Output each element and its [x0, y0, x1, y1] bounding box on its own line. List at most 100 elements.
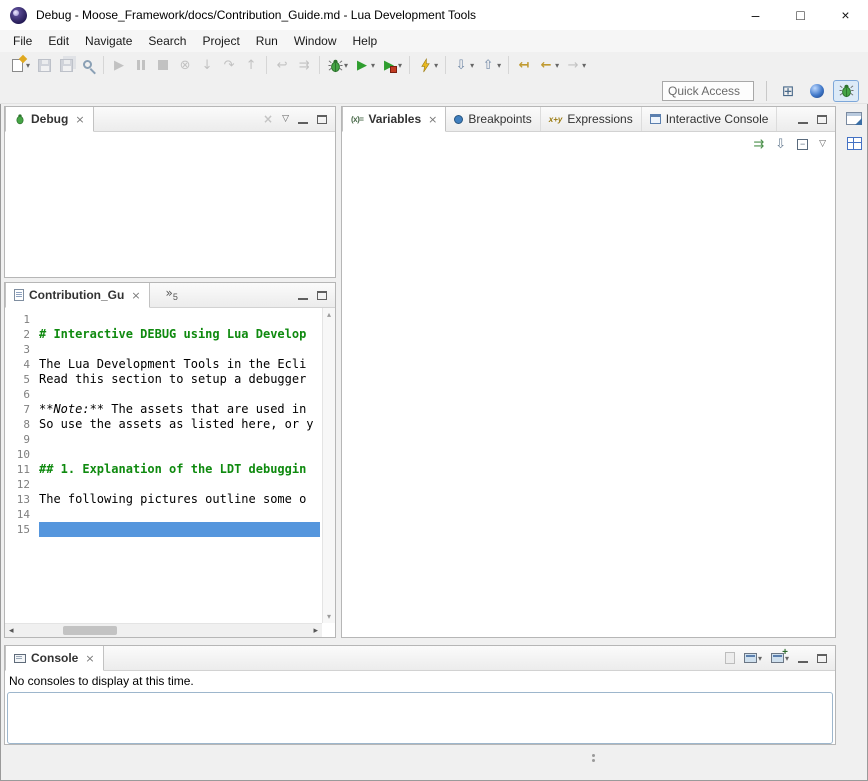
maximize-view-icon[interactable]: [817, 654, 827, 663]
display-selected-console-button[interactable]: ▾: [744, 653, 762, 663]
restore-minimized-stack-button[interactable]: [846, 112, 862, 125]
editor-vertical-scrollbar[interactable]: ▴ ▾: [322, 308, 335, 623]
tab-expressions[interactable]: x+y Expressions: [541, 107, 642, 131]
close-icon[interactable]: ×: [75, 113, 84, 126]
line-text: The assets that are used in: [104, 402, 306, 417]
window-close-button[interactable]: ×: [823, 0, 868, 30]
menu-navigate[interactable]: Navigate: [77, 31, 140, 51]
use-step-filters-button[interactable]: ⇉: [293, 54, 315, 76]
tab-console[interactable]: Console ×: [5, 646, 104, 671]
drop-to-frame-button[interactable]: ↩: [271, 54, 293, 76]
debug-button[interactable]: ▾: [324, 54, 351, 76]
remove-all-terminated-button[interactable]: ×: [263, 112, 273, 126]
resume-icon: ▶: [111, 57, 127, 73]
console-text-area[interactable]: [7, 692, 833, 744]
minimize-view-icon[interactable]: [298, 291, 308, 300]
resume-button[interactable]: ▶: [108, 54, 130, 76]
editor-line: 9: [5, 432, 322, 447]
scroll-right-icon[interactable]: ▸: [313, 626, 318, 636]
dropdown-arrow-icon: ▾: [582, 61, 586, 70]
menu-project[interactable]: Project: [194, 31, 247, 51]
editor-text-area[interactable]: 1 2# Interactive DEBUG using Lua Develop…: [5, 308, 335, 637]
previous-annotation-icon: ⇧: [480, 57, 496, 73]
disconnect-button[interactable]: ⊗: [174, 54, 196, 76]
line-number: 8: [5, 417, 39, 432]
minimized-view-icon-button[interactable]: [847, 137, 862, 150]
tab-variables[interactable]: (x)= Variables ×: [342, 107, 446, 132]
close-icon[interactable]: ×: [85, 652, 94, 665]
menu-help[interactable]: Help: [345, 31, 386, 51]
console-view-actions: ▾ ▾: [725, 646, 835, 670]
step-return-button[interactable]: ↑: [240, 54, 262, 76]
editor-tabbar: Contribution_Gu × » 5: [5, 283, 335, 308]
window-maximize-button[interactable]: □: [778, 0, 823, 30]
terminate-button[interactable]: [152, 54, 174, 76]
maximize-view-icon[interactable]: [317, 291, 327, 300]
toolbar-separator: [508, 56, 509, 74]
line-text: The Lua Development Tools in the Ecli: [39, 357, 306, 372]
editor-tab-overflow-button[interactable]: » 5: [166, 283, 178, 307]
scroll-left-icon[interactable]: ◂: [9, 626, 14, 636]
menu-run[interactable]: Run: [248, 31, 286, 51]
show-logical-structure-button[interactable]: ⇉: [753, 137, 764, 152]
view-menu-icon[interactable]: ▽: [282, 114, 289, 124]
editor-line: 6: [5, 387, 322, 402]
debug-view-content[interactable]: [5, 132, 335, 277]
window-minimize-button[interactable]: –: [733, 0, 778, 30]
debug-perspective-button[interactable]: [833, 80, 859, 102]
editor-line: 3: [5, 342, 322, 357]
quick-access-input[interactable]: Quick Access: [662, 81, 754, 101]
close-icon[interactable]: ×: [428, 113, 437, 126]
back-button[interactable]: ← ▾: [535, 54, 562, 76]
suspend-button[interactable]: [130, 54, 152, 76]
open-console-button[interactable]: ▾: [771, 653, 789, 663]
pin-console-icon[interactable]: [725, 652, 735, 664]
save-all-button[interactable]: [55, 54, 77, 76]
maximize-view-icon[interactable]: [317, 115, 327, 124]
menu-window[interactable]: Window: [286, 31, 345, 51]
search-button[interactable]: [77, 54, 99, 76]
scroll-up-icon[interactable]: ▴: [327, 310, 331, 319]
forward-button[interactable]: → ▾: [562, 54, 589, 76]
minimize-view-icon[interactable]: [298, 115, 308, 124]
new-wizard-button[interactable]: ▾: [6, 54, 33, 76]
step-over-icon: ↷: [221, 57, 237, 73]
open-perspective-button[interactable]: ⊞: [775, 80, 801, 102]
sash-drag-handle[interactable]: [592, 754, 595, 757]
minimize-view-icon[interactable]: [798, 654, 808, 663]
scroll-down-icon[interactable]: ▾: [327, 612, 331, 621]
attach-debug-button[interactable]: ▾: [414, 54, 441, 76]
save-button[interactable]: [33, 54, 55, 76]
step-into-button[interactable]: ↓: [196, 54, 218, 76]
last-edit-location-button[interactable]: ↤: [513, 54, 535, 76]
variables-view-content[interactable]: [342, 156, 835, 637]
next-annotation-button[interactable]: ⇩ ▾: [450, 54, 477, 76]
menu-search[interactable]: Search: [140, 31, 194, 51]
step-over-button[interactable]: ↷: [218, 54, 240, 76]
toolbar-separator: [409, 56, 410, 74]
editor-horizontal-scrollbar[interactable]: ◂ ▸: [5, 623, 322, 637]
toolbar-separator: [319, 56, 320, 74]
tab-contribution-guide[interactable]: Contribution_Gu ×: [5, 283, 150, 308]
maximize-view-icon[interactable]: [817, 115, 827, 124]
collapse-all-button[interactable]: [797, 139, 808, 150]
view-menu-icon[interactable]: ▽: [819, 139, 826, 149]
scrollbar-thumb[interactable]: [63, 626, 117, 635]
add-watch-expression-button[interactable]: ⇩: [775, 137, 786, 152]
close-icon[interactable]: ×: [131, 289, 140, 302]
chevron-overflow-icon: »: [166, 286, 173, 300]
editor-lines: 1 2# Interactive DEBUG using Lua Develop…: [5, 308, 322, 623]
menu-edit[interactable]: Edit: [40, 31, 77, 51]
minimize-view-icon[interactable]: [798, 115, 808, 124]
tab-interactive-console[interactable]: Interactive Console: [642, 107, 778, 131]
lua-perspective-button[interactable]: [804, 80, 830, 102]
tab-breakpoints[interactable]: Breakpoints: [446, 107, 540, 131]
tab-breakpoints-label: Breakpoints: [468, 112, 531, 126]
menu-file[interactable]: File: [5, 31, 40, 51]
run-button[interactable]: ▶ ▾: [351, 54, 378, 76]
save-all-icon: [60, 59, 73, 72]
external-tools-button[interactable]: ▶ ▾: [378, 54, 405, 76]
line-number: 9: [5, 432, 39, 447]
tab-debug[interactable]: Debug ×: [5, 107, 94, 132]
previous-annotation-button[interactable]: ⇧ ▾: [477, 54, 504, 76]
